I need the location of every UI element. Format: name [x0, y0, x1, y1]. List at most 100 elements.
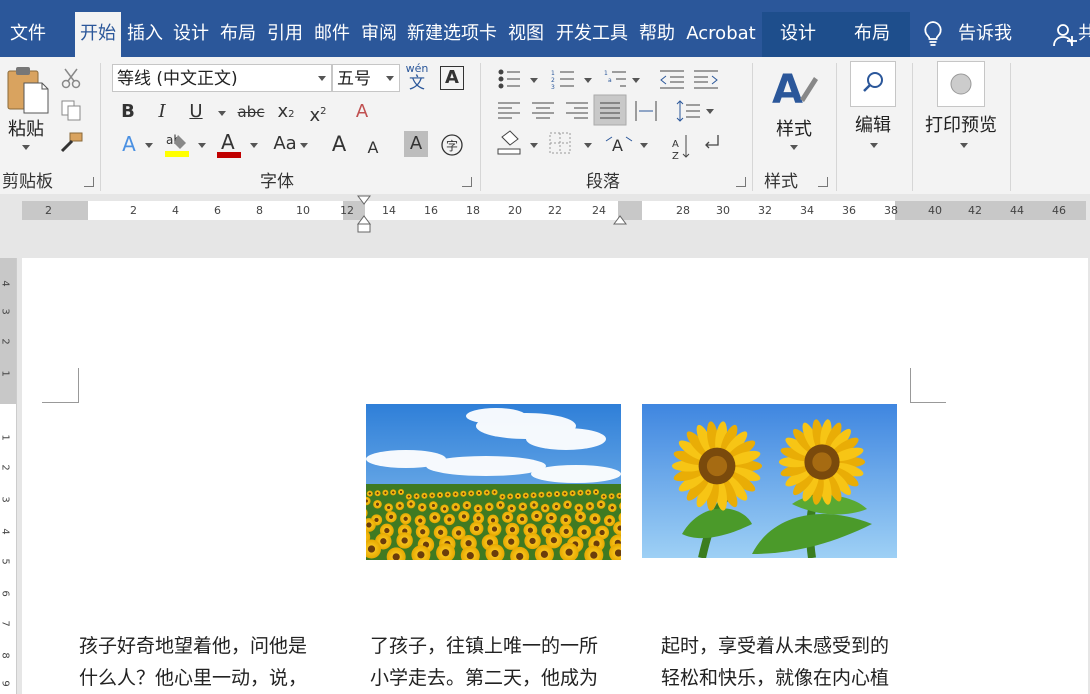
vertical-ruler[interactable]: 4 3 2 1 1 2 3 4 5 6 7 8 9 — [0, 258, 17, 694]
tab-1[interactable]: 开始 — [75, 12, 121, 57]
phonetic-guide-char: 文 — [408, 73, 425, 92]
clear-formatting-icon[interactable]: A — [350, 99, 374, 125]
vruler-tick: 2 — [0, 338, 11, 345]
grow-font-icon[interactable]: A — [328, 131, 350, 157]
share-button-label[interactable]: 共 — [1078, 12, 1090, 57]
document-page[interactable]: 孩子好奇地望着他，问他是 什么人？他心里一动，说， 了孩子，往镇上唯一的一所 小学走去… — [22, 258, 1088, 694]
subscript-icon[interactable]: x2 — [274, 99, 298, 128]
tab-5[interactable]: 引用 — [262, 12, 308, 57]
bullets-icon — [498, 69, 520, 89]
change-case-dropdown-icon[interactable] — [300, 143, 308, 148]
vruler-tick: 4 — [0, 280, 11, 287]
character-border-icon[interactable]: A — [440, 66, 464, 90]
lightbulb-icon[interactable] — [922, 20, 944, 48]
tab-3[interactable]: 设计 — [168, 12, 214, 57]
font-color-dropdown-icon[interactable] — [250, 143, 258, 148]
font-size-dropdown-icon[interactable] — [386, 76, 394, 81]
tab-10[interactable]: 开发工具 — [550, 12, 634, 57]
sunflowers-closeup-image[interactable] — [642, 404, 897, 558]
tab-4[interactable]: 布局 — [214, 12, 262, 57]
ruler-tick: 40 — [928, 204, 942, 217]
superscript-icon[interactable]: x2 — [306, 99, 330, 129]
italic-icon[interactable]: I — [150, 99, 174, 125]
paragraph-launcher-icon[interactable] — [736, 177, 746, 187]
ruler-tick: 14 — [382, 204, 396, 217]
editing-button[interactable]: 编辑 — [848, 111, 898, 137]
vruler-tick: 5 — [0, 558, 11, 565]
font-name-dropdown-icon[interactable] — [318, 76, 326, 81]
horizontal-ruler[interactable]: 2 2 4 6 8 10 12 14 16 18 20 22 24 28 30 32 34 36 38 40 42 44 4… — [0, 194, 1090, 233]
character-shading-icon[interactable]: A — [404, 131, 428, 157]
phonetic-guide-icon[interactable]: wén 文 — [404, 63, 430, 92]
clipboard-launcher-icon[interactable] — [84, 177, 94, 187]
copy-icon[interactable] — [60, 99, 82, 121]
styles-icon[interactable]: A — [770, 63, 820, 113]
svg-text:2: 2 — [551, 77, 555, 84]
underline-dropdown-icon[interactable] — [218, 111, 226, 116]
strikethrough-icon[interactable]: abc — [234, 99, 268, 125]
clipboard-group-label: 剪贴板 — [2, 172, 53, 192]
crop-mark-left — [42, 368, 79, 403]
enclose-characters-icon[interactable]: 字 — [440, 133, 464, 157]
tab-0[interactable]: 文件 — [0, 12, 56, 57]
tab-11[interactable]: 帮助 — [634, 12, 680, 57]
underline-icon[interactable]: U — [184, 99, 208, 125]
text-column-1[interactable]: 孩子好奇地望着他，问他是 什么人？他心里一动，说， — [79, 630, 339, 694]
font-launcher-icon[interactable] — [462, 177, 472, 187]
font-color-icon[interactable]: A — [216, 131, 242, 159]
print-preview-button[interactable]: 打印预览 — [922, 111, 1000, 137]
shrink-font-icon[interactable]: A — [362, 135, 384, 161]
paste-dropdown-icon[interactable] — [22, 145, 30, 150]
ruler-tick: 46 — [1052, 204, 1066, 217]
context-tab-0[interactable]: 设计 — [762, 12, 834, 57]
tab-7[interactable]: 审阅 — [356, 12, 402, 57]
paste-button[interactable]: 粘贴 — [6, 115, 46, 141]
svg-text:a: a — [608, 77, 612, 84]
text-line: 什么人？他心里一动，说， — [79, 667, 308, 689]
svg-text:1: 1 — [551, 70, 555, 77]
ruler-tick: 36 — [842, 204, 856, 217]
styles-dropdown-icon[interactable] — [790, 145, 798, 150]
font-name-combo[interactable]: 等线 (中文正文) — [112, 64, 332, 92]
text-column-3[interactable]: 起时，享受着从未感受到的 轻松和快乐，就像在内心植 — [661, 630, 921, 694]
distributed-icon — [635, 101, 657, 121]
ruler-tick: 6 — [214, 204, 221, 217]
editing-icon-box[interactable] — [850, 61, 896, 107]
vruler-tick: 7 — [0, 620, 11, 627]
tab-6[interactable]: 邮件 — [308, 12, 356, 57]
share-user-icon[interactable] — [1052, 22, 1078, 48]
ribbon-home: 粘贴 剪贴板 等线 (中文正文) 五号 wén 文 A B I U abc x2… — [0, 57, 1090, 195]
styles-button[interactable]: 样式 — [770, 115, 818, 141]
text-effects-dropdown-icon[interactable] — [145, 143, 153, 148]
vruler-tick: 4 — [0, 528, 11, 535]
context-tab-1[interactable]: 布局 — [834, 12, 910, 57]
print-preview-dropdown-icon[interactable] — [960, 143, 968, 148]
sunflower-field-image[interactable] — [366, 404, 621, 560]
tab-9[interactable]: 视图 — [502, 12, 550, 57]
cut-icon[interactable] — [60, 67, 82, 89]
bold-icon[interactable]: B — [116, 99, 140, 125]
text-line: 小学走去。第二天，他成为 — [370, 667, 599, 689]
ruler-tick: 16 — [424, 204, 438, 217]
highlight-color-icon[interactable]: ab — [164, 131, 190, 159]
tab-2[interactable]: 插入 — [122, 12, 168, 57]
text-effects-icon[interactable]: A — [116, 131, 142, 157]
change-case-icon[interactable]: Aa — [268, 131, 302, 157]
highlight-dropdown-icon[interactable] — [198, 143, 206, 148]
vruler-tick: 2 — [0, 464, 11, 471]
right-indent-marker-icon[interactable] — [613, 212, 627, 226]
tell-me-search[interactable]: 告诉我 — [958, 12, 1012, 57]
vruler-tick: 8 — [0, 652, 11, 659]
vruler-tick: 3 — [0, 308, 11, 315]
indent-marker-icon[interactable] — [357, 194, 371, 234]
tab-12[interactable]: Acrobat — [680, 12, 762, 57]
tab-8[interactable]: 新建选项卡 — [402, 12, 502, 57]
ruler-tick: 10 — [296, 204, 310, 217]
print-preview-icon-box[interactable] — [937, 61, 985, 107]
text-column-2[interactable]: 了孩子，往镇上唯一的一所 小学走去。第二天，他成为 — [370, 630, 630, 694]
format-painter-icon[interactable] — [58, 131, 84, 155]
ruler-tick: 4 — [172, 204, 179, 217]
styles-launcher-icon[interactable] — [818, 177, 828, 187]
editing-dropdown-icon[interactable] — [870, 143, 878, 148]
paste-icon[interactable] — [6, 65, 50, 115]
